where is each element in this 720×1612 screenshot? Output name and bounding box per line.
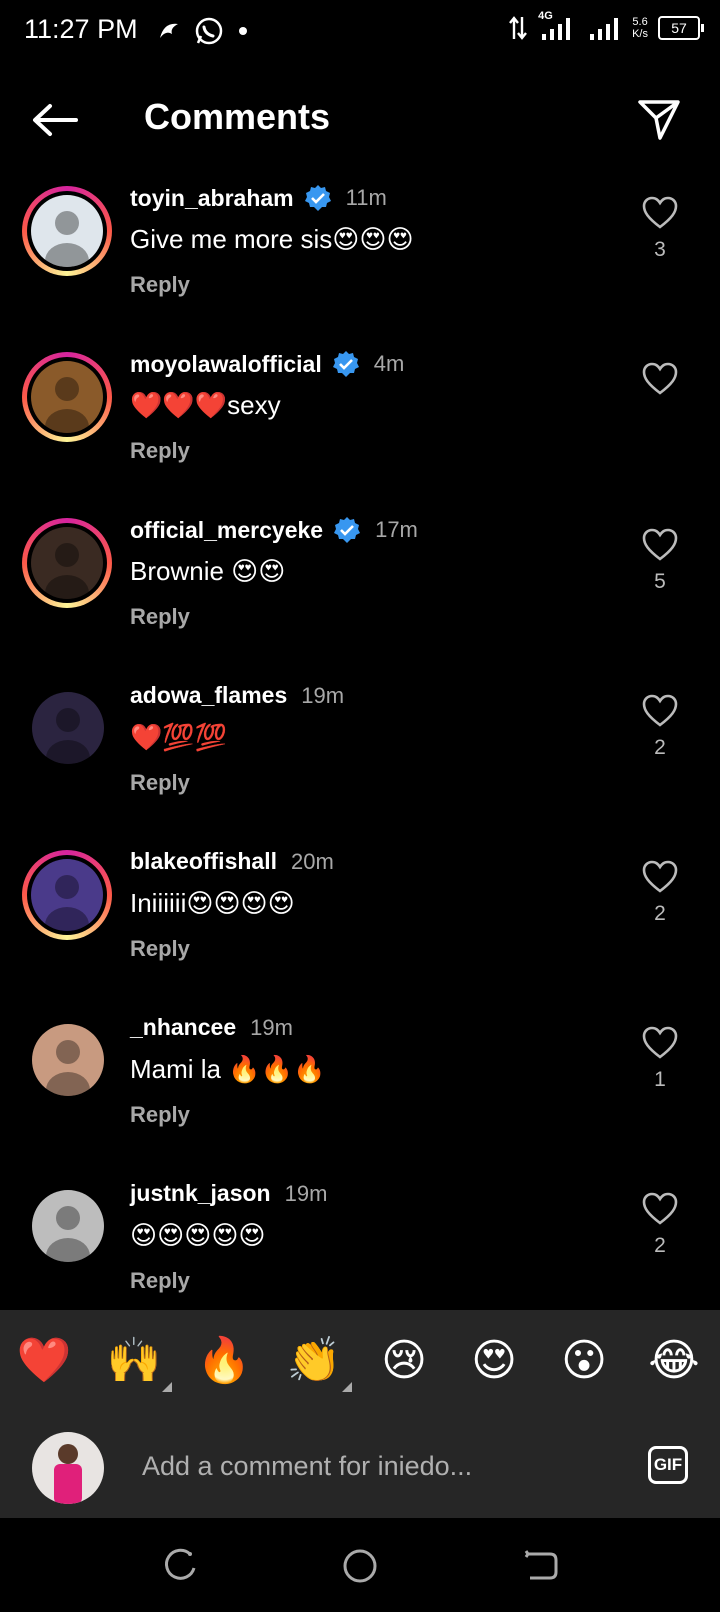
verified-badge-icon — [334, 517, 361, 543]
comment-text: ❤️❤️❤️sexy — [130, 390, 281, 420]
like-count: 2 — [654, 902, 666, 925]
comment-username[interactable]: blakeoffishall — [130, 848, 277, 875]
emoji-reaction-button[interactable]: 😢 — [374, 1336, 434, 1386]
comment-input-bar: GIF — [0, 1410, 720, 1518]
system-nav-bar — [0, 1518, 720, 1612]
reply-button[interactable]: Reply — [130, 1268, 190, 1294]
status-time: 11:27 PM — [24, 14, 138, 44]
comment-text: Iniiiiii😍😍😍😍 — [130, 888, 295, 918]
emoji-reaction-button[interactable]: 😍 — [464, 1336, 524, 1386]
recent-apps-icon[interactable] — [160, 1546, 200, 1586]
comment-time: 19m — [301, 682, 345, 708]
avatar[interactable] — [22, 186, 112, 276]
battery-icon: 57 — [658, 16, 704, 40]
gif-button[interactable]: GIF — [648, 1446, 688, 1484]
comment-username[interactable]: official_mercyeke — [130, 517, 323, 544]
comment-item: official_mercyeke 17m Brownie 😍😍 Reply 5 — [0, 508, 720, 674]
heart-icon[interactable] — [642, 860, 678, 894]
comment-username[interactable]: adowa_flames — [130, 682, 287, 709]
heart-icon[interactable] — [642, 1026, 678, 1060]
app-notification-icon — [160, 23, 178, 38]
comment-item: blakeoffishall 20m Iniiiiii😍😍😍😍 Reply 2 — [0, 840, 720, 1006]
skin-tone-indicator-icon — [342, 1382, 352, 1392]
emoji-reaction-button[interactable]: 🔥 — [194, 1336, 254, 1386]
comment-time: 11m — [345, 185, 387, 210]
heart-icon[interactable] — [642, 1192, 678, 1226]
back-arrow-icon[interactable] — [30, 100, 80, 140]
reply-button[interactable]: Reply — [130, 936, 190, 962]
like-count: 5 — [654, 570, 666, 593]
verified-badge-icon — [332, 351, 359, 377]
comment-username[interactable]: moyolawalofficial — [130, 351, 322, 378]
comment-text: 😍😍😍😍😍 — [130, 1220, 266, 1250]
reply-button[interactable]: Reply — [130, 1102, 190, 1128]
comment-item: moyolawalofficial 4m ❤️❤️❤️sexy Reply — [0, 342, 720, 508]
heart-icon[interactable] — [642, 196, 678, 230]
comment-item: adowa_flames 19m ❤️💯💯 Reply 2 — [0, 674, 720, 840]
avatar[interactable] — [32, 1190, 104, 1262]
comment-text: Mami la 🔥🔥🔥 — [130, 1054, 326, 1084]
comment-item: _nhancee 19m Mami la 🔥🔥🔥 Reply 1 — [0, 1006, 720, 1172]
battery-level: 57 — [671, 20, 687, 36]
avatar[interactable] — [22, 850, 112, 940]
skin-tone-indicator-icon — [162, 1382, 172, 1392]
comment-username[interactable]: toyin_abraham — [130, 185, 294, 212]
back-nav-icon[interactable] — [520, 1546, 560, 1586]
comment-username[interactable]: justnk_jason — [130, 1180, 271, 1207]
signal-icon — [590, 18, 619, 40]
like-count: 3 — [654, 238, 666, 261]
emoji-reaction-bar: ❤️ 🙌 🔥 👏 😢 😍 😮 😂 — [0, 1310, 720, 1410]
status-bar: 11:27 PM 4G 5.6 K/s 57 — [0, 0, 720, 66]
emoji-reaction-button[interactable]: 👏 — [284, 1336, 352, 1392]
emoji-reaction-button[interactable]: 🙌 — [104, 1336, 172, 1392]
comment-time: 20m — [290, 848, 334, 874]
emoji-reaction-button[interactable]: 😮 — [554, 1336, 614, 1386]
comment-time: 17m — [375, 517, 418, 542]
avatar[interactable] — [32, 692, 104, 764]
heart-icon[interactable] — [642, 362, 678, 396]
comment-input[interactable] — [140, 1438, 604, 1494]
avatar[interactable] — [22, 518, 112, 608]
heart-icon[interactable] — [642, 694, 678, 728]
avatar[interactable] — [32, 1024, 104, 1096]
verified-badge-icon — [304, 185, 331, 211]
whatsapp-icon — [195, 17, 223, 45]
reply-button[interactable]: Reply — [130, 604, 190, 630]
comment-text: ❤️💯💯 — [130, 722, 228, 752]
like-count: 1 — [654, 1068, 666, 1091]
reply-button[interactable]: Reply — [130, 272, 190, 298]
share-icon[interactable] — [636, 96, 682, 142]
network-type: 4G — [538, 10, 553, 22]
data-arrows-icon — [509, 16, 528, 40]
dot-icon — [239, 27, 247, 35]
heart-icon[interactable] — [642, 528, 678, 562]
reply-button[interactable]: Reply — [130, 770, 190, 796]
comment-username[interactable]: _nhancee — [130, 1014, 236, 1041]
comment-time: 4m — [373, 351, 405, 376]
emoji-reaction-button[interactable]: 😂 — [644, 1336, 704, 1386]
signal-4g-icon: 4G — [538, 10, 578, 42]
network-speed: 5.6 K/s — [632, 16, 648, 40]
home-icon[interactable] — [340, 1546, 380, 1586]
reply-button[interactable]: Reply — [130, 438, 190, 464]
like-count: 2 — [654, 1234, 666, 1257]
comment-time: 19m — [284, 1180, 328, 1206]
current-user-avatar — [32, 1432, 104, 1504]
comment-text: Brownie 😍😍 — [130, 556, 286, 586]
comments-list: toyin_abraham 11m Give me more sis😍😍😍 Re… — [0, 176, 720, 1338]
page-title: Comments — [144, 96, 331, 137]
header: Comments — [0, 82, 720, 162]
like-count: 2 — [654, 736, 666, 759]
emoji-reaction-button[interactable]: ❤️ — [14, 1336, 74, 1386]
comment-item: toyin_abraham 11m Give me more sis😍😍😍 Re… — [0, 176, 720, 342]
comment-time: 19m — [250, 1014, 293, 1040]
avatar[interactable] — [22, 352, 112, 442]
comment-text: Give me more sis😍😍😍 — [130, 224, 414, 254]
